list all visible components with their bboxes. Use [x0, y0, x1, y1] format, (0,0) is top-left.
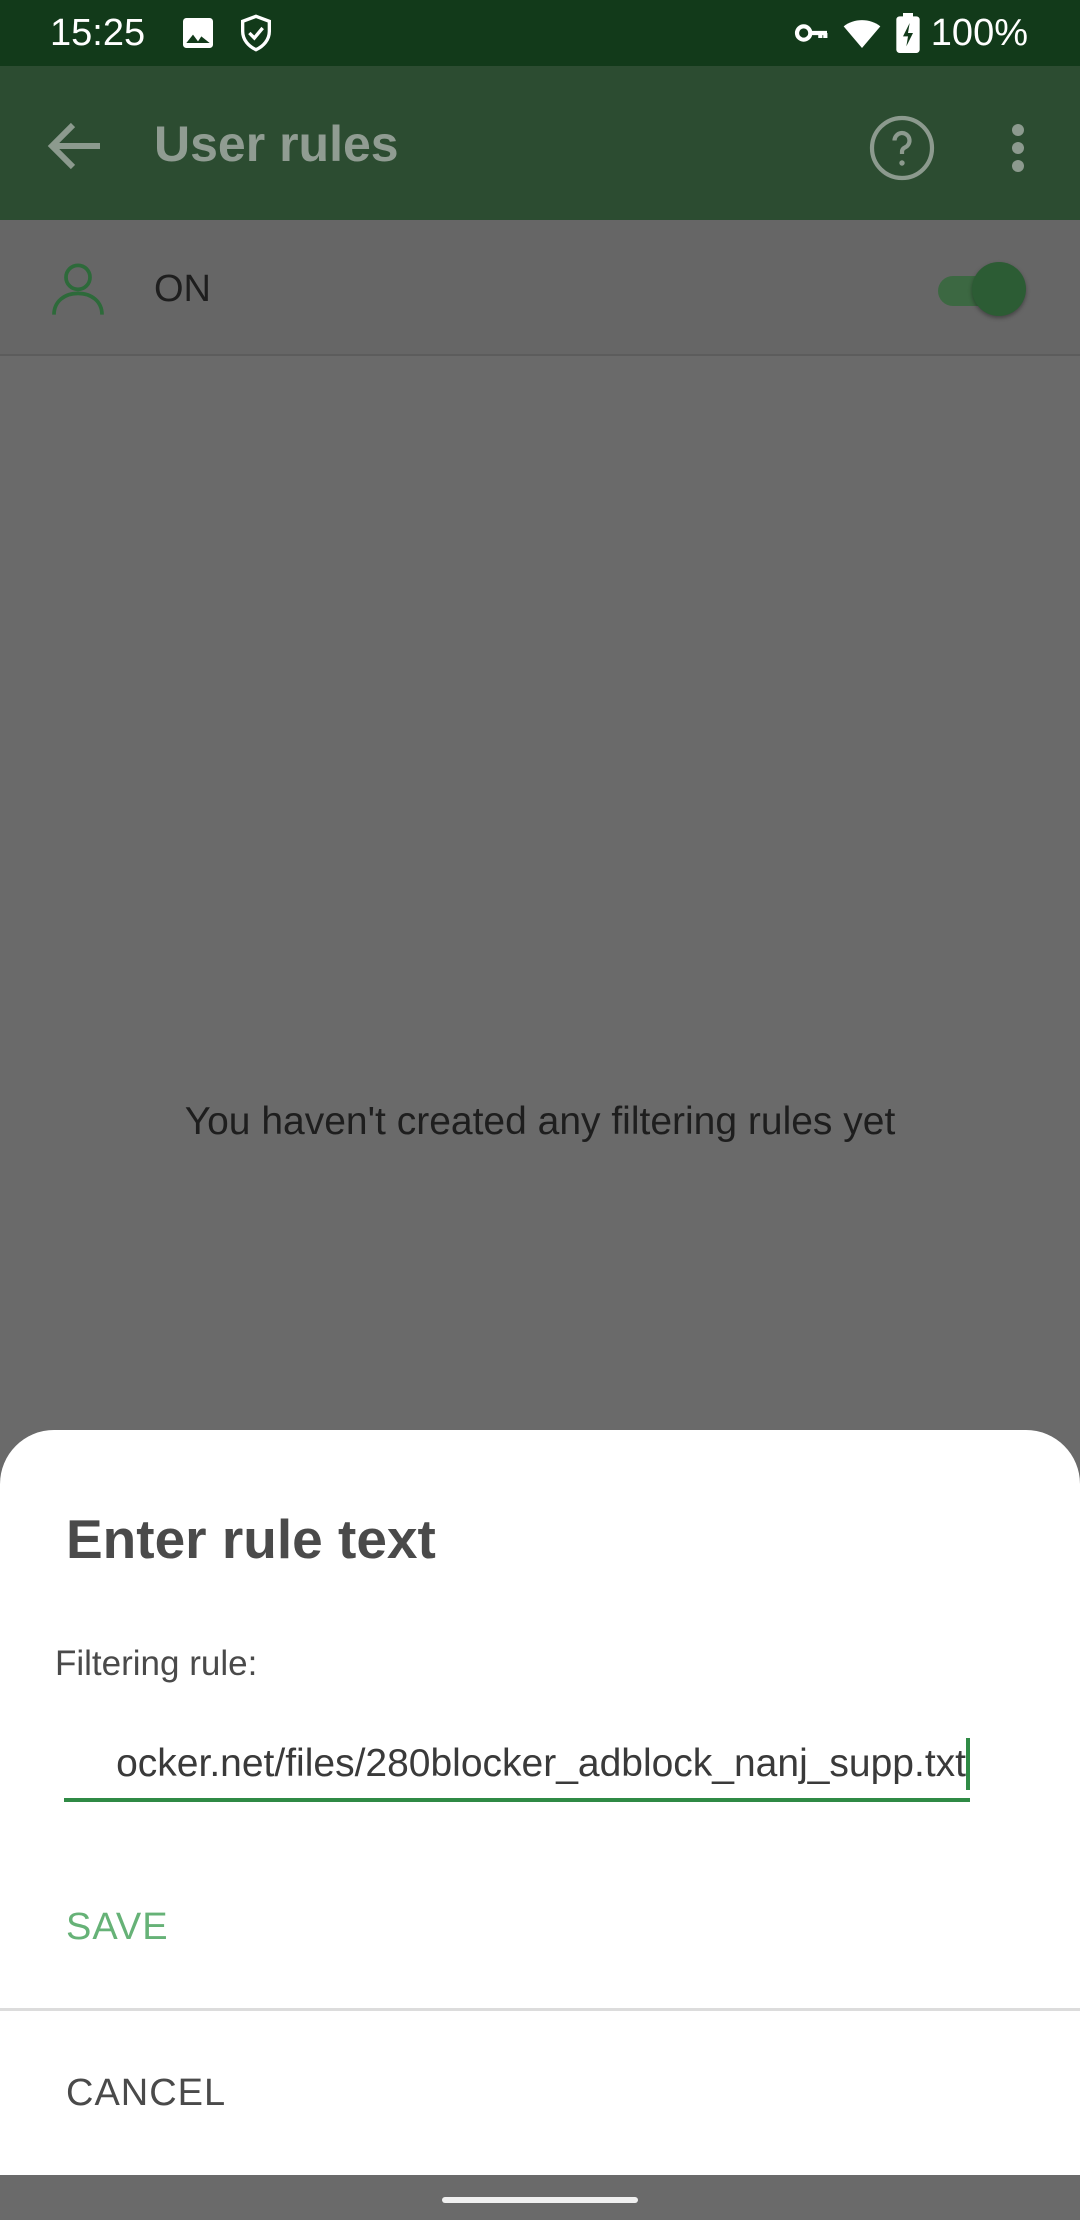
save-button[interactable]: SAVE — [46, 1894, 189, 1960]
rule-text-input[interactable]: ocker.net/files/280blocker_adblock_nanj_… — [64, 1730, 970, 1802]
dialog-title: Enter rule text — [66, 1508, 436, 1570]
user-rules-toggle-row[interactable]: ON — [0, 220, 1080, 356]
back-arrow-icon — [47, 122, 100, 170]
status-bar: 15:25 100% — [0, 0, 1080, 66]
image-icon — [178, 13, 218, 53]
app-bar: User rules — [0, 66, 1080, 220]
user-icon — [46, 256, 110, 320]
more-vertical-icon — [1012, 124, 1024, 172]
switch-thumb — [972, 262, 1026, 316]
divider — [0, 2008, 1080, 2011]
screen: 15:25 100% User rules ON You haven't cre… — [0, 0, 1080, 2220]
help-button[interactable] — [866, 112, 938, 184]
vpn-key-icon — [792, 13, 832, 53]
user-rules-switch[interactable] — [936, 260, 1026, 316]
rule-dialog: Enter rule text Filtering rule: ocker.ne… — [0, 1430, 1080, 2175]
cancel-button[interactable]: CANCEL — [46, 2060, 246, 2126]
empty-state-message: You haven't created any filtering rules … — [184, 1100, 896, 1143]
page-title: User rules — [154, 116, 399, 172]
rule-text-value: ocker.net/files/280blocker_adblock_nanj_… — [116, 1742, 966, 1785]
home-gesture-handle[interactable] — [442, 2197, 638, 2203]
text-caret — [966, 1738, 970, 1790]
shield-check-icon — [236, 13, 276, 53]
field-label: Filtering rule: — [55, 1644, 258, 1683]
toggle-label: ON — [154, 268, 211, 310]
wifi-icon — [842, 13, 882, 53]
battery-charging-icon — [894, 13, 922, 53]
help-icon — [869, 115, 935, 181]
status-time: 15:25 — [50, 12, 146, 54]
more-options-button[interactable] — [990, 112, 1046, 184]
battery-percentage: 100% — [930, 12, 1028, 54]
navigation-bar — [0, 2175, 1080, 2220]
back-button[interactable] — [40, 110, 112, 182]
